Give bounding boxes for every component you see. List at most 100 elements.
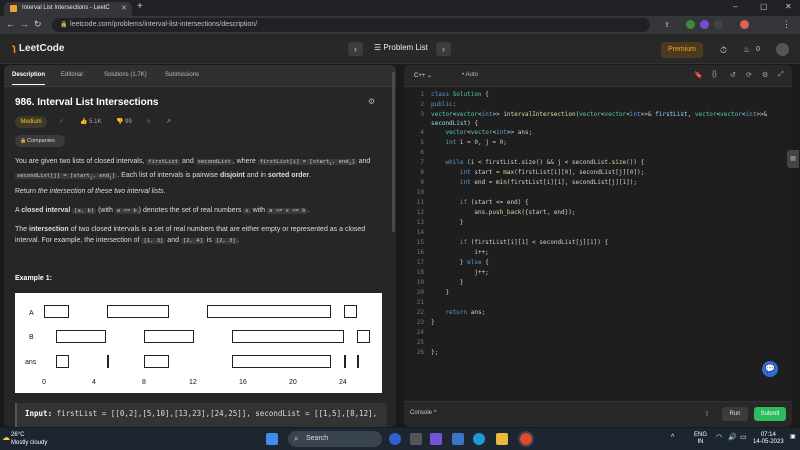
like-button[interactable]: 👍 5.1K [80,118,101,125]
run-button[interactable]: Run [722,407,748,421]
extension-icon[interactable] [700,20,709,29]
side-panel-icon[interactable]: ▤ [787,150,799,168]
bookmark-icon[interactable]: 🔖 [694,71,703,79]
timer-icon[interactable]: ⏱ [720,45,727,56]
close-tab-icon[interactable]: ✕ [121,4,127,12]
minimize-button[interactable]: – [733,2,737,11]
leetcode-logo-icon: ɿ [12,43,16,54]
weather-widget[interactable]: 26°C Mostly cloudy [11,431,47,447]
line-number: 7 [420,159,424,166]
app-icon[interactable] [389,433,401,445]
line-number: 3 [420,111,424,118]
problem-statement-p1: You are given two lists of closed interv… [15,158,371,182]
axis-tick: 8 [142,379,146,386]
axis-tick: 20 [289,379,297,386]
problem-statement-p4: The intersection of two closed intervals… [15,226,366,244]
submit-button[interactable]: Submit [754,407,786,421]
line-number: 5 [420,139,424,146]
task-view-icon[interactable] [410,433,422,445]
leetcode-logo[interactable]: ɿ LeetCode [12,43,64,54]
dislike-button[interactable]: 👎 99 [116,118,132,125]
interval-ans [344,355,346,368]
clock[interactable]: 07:14 14-05-2023 [753,432,784,446]
line-number: 11 [416,199,424,206]
menu-dots-icon[interactable]: ⋮ [782,19,791,30]
tab-submissions[interactable]: Submissions [165,72,199,78]
interval-b [232,330,344,343]
volume-icon[interactable]: 🔊 [728,434,737,441]
fullscreen-icon[interactable]: ⤢ [778,71,784,79]
close-window-button[interactable]: ✕ [785,2,792,11]
problem-title: 986. Interval List Intersections [15,97,159,108]
interval-ans [357,355,359,368]
share-link-icon[interactable]: ↗ [166,118,171,125]
windows-taskbar: ☁ 26°C Mostly cloudy ⌕ Search ^ ENG IN ◠ 🔊… [0,428,800,450]
language-indicator[interactable]: ENG IN [694,432,707,446]
axis-tick: 4 [92,379,96,386]
extension-icon[interactable] [686,20,695,29]
code-line: } else { [431,259,489,266]
tab-description[interactable]: Description [12,72,46,85]
chrome-icon[interactable] [518,431,534,447]
prev-problem-button[interactable]: ‹ [348,42,363,56]
upload-icon[interactable]: ⇧ [704,410,710,418]
settings-icon[interactable]: ⚙ [762,71,768,79]
tab-editorial[interactable]: Editorial [61,72,83,78]
interval-ans [107,355,109,368]
weather-icon: ☁ [2,433,10,442]
code-line: int end = min(firstList[i][1], secondLis… [459,179,637,186]
reset-icon[interactable]: ↺ [730,71,736,79]
taskbar-search[interactable]: ⌕ Search [288,431,382,447]
tab-solutions[interactable]: Solutions (1.7K) [104,72,147,78]
code-editor-pane: C++ ⌄ • Auto 🔖 {} ↺ ⟳ ⚙ ⤢ 1 2 3 4 5 6 7 … [404,65,792,427]
app-icon[interactable] [452,433,464,445]
teams-icon[interactable] [430,433,442,445]
edge-icon[interactable] [473,433,485,445]
line-number: 8 [420,169,424,176]
forward-icon[interactable]: → [20,19,29,29]
user-avatar[interactable] [776,43,789,56]
maximize-button[interactable]: ▢ [760,2,768,11]
code-line: return ans; [445,309,486,316]
url-bar[interactable]: 🔒 leetcode.com/problems/interval-list-in… [52,18,650,32]
retry-icon[interactable]: ⟳ [746,71,752,79]
tray-expand-icon[interactable]: ^ [671,434,674,441]
notifications-icon[interactable]: ▣ [790,434,796,441]
description-scrollbar[interactable] [392,72,395,232]
premium-button[interactable]: Premium [661,42,703,58]
problem-list-button[interactable]: ☰ Problem List [374,43,428,52]
line-number: 22 [416,309,424,316]
back-icon[interactable]: ← [6,19,15,29]
language-select[interactable]: C++ ⌄ [414,72,432,79]
start-button[interactable] [266,433,278,445]
settings-icon[interactable]: ⚙ [368,97,375,106]
braces-icon[interactable]: {} [712,71,717,78]
auto-mode[interactable]: • Auto [462,72,478,78]
code-line: class Solution { [431,91,489,98]
star-icon[interactable]: ☆ [146,118,151,125]
line-number: 2 [420,101,424,108]
browser-tab[interactable]: Interval List Intersections - LeetC ✕ [4,2,132,16]
wifi-icon[interactable]: ◠ [716,434,722,441]
companies-tag[interactable]: 🔒 Companies [15,135,65,147]
profile-avatar[interactable] [740,20,749,29]
axis-tick: 0 [42,379,46,386]
code-editor[interactable]: 1 2 3 4 5 6 7 8 9 10 11 12 13 14 15 16 1… [404,89,792,399]
new-tab-button[interactable]: + [137,1,143,12]
line-number: 1 [420,91,424,98]
line-number: 25 [416,339,424,346]
chat-icon[interactable]: 💬 [762,361,778,377]
reload-icon[interactable]: ↻ [34,19,42,30]
file-explorer-icon[interactable] [496,433,508,445]
next-problem-button[interactable]: › [436,42,451,56]
interval-b [144,330,194,343]
code-line: vector<vector<int>> ans; [445,129,533,136]
code-line: } [431,319,435,326]
console-toggle[interactable]: Console ^ [410,410,437,416]
share-icon[interactable]: ⇪ [664,21,673,30]
line-number: 14 [416,229,424,236]
line-number: 13 [416,219,424,226]
battery-icon[interactable]: ▭ [740,434,747,441]
extension-icon[interactable] [714,20,723,29]
axis-tick: 16 [239,379,247,386]
